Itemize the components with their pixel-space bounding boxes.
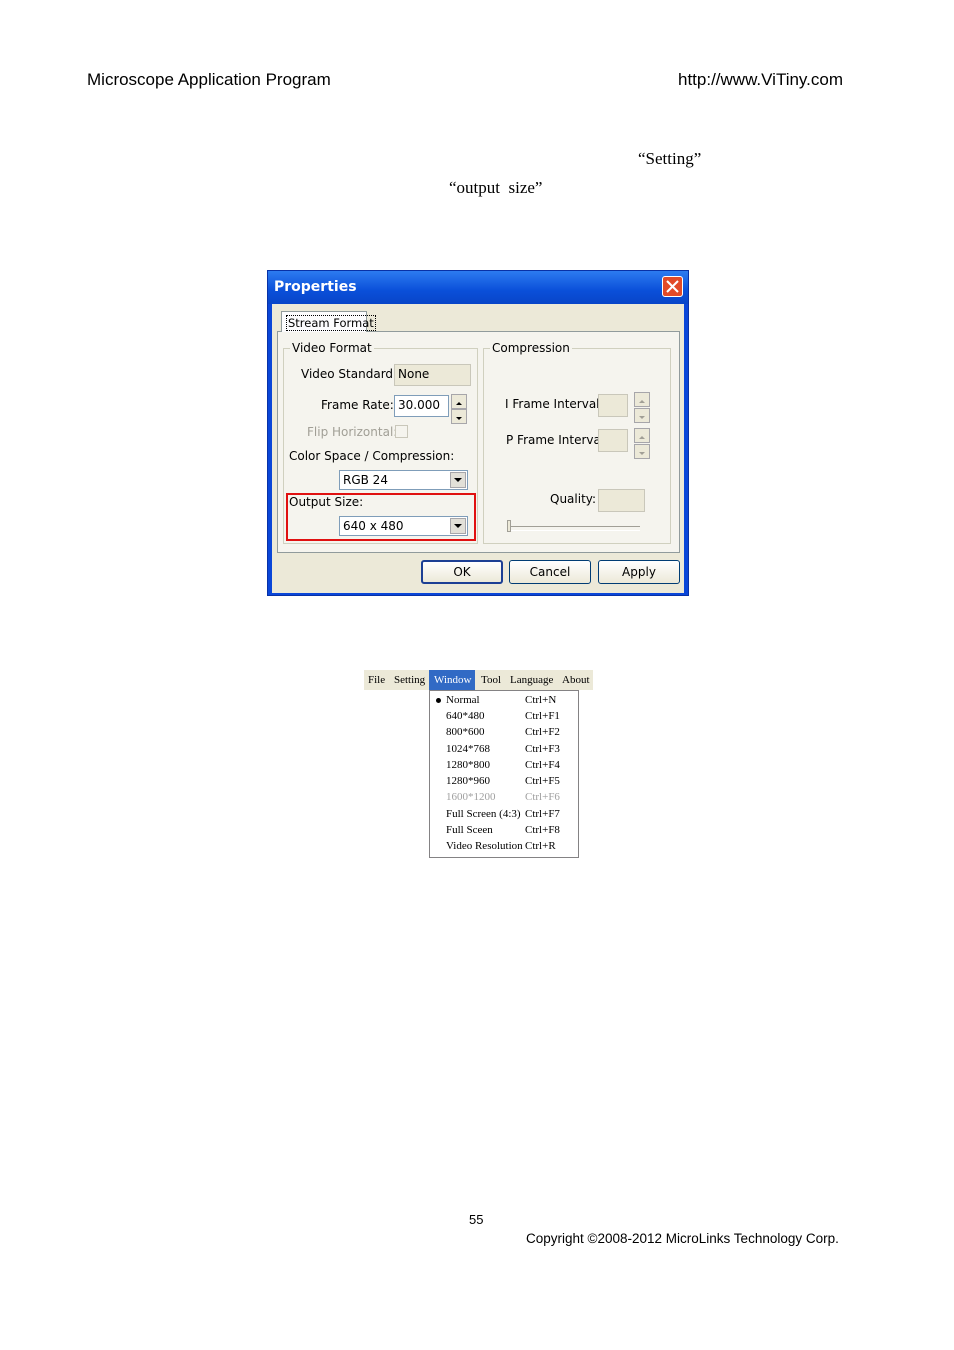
menu-item-full-screen-4-3[interactable]: Full Screen (4:3) <box>446 808 521 820</box>
menu-item-1280x800[interactable]: 1280*800 <box>446 759 490 771</box>
ok-button[interactable]: OK <box>421 560 503 584</box>
body-text-output-size: “output size” <box>449 178 543 197</box>
close-button[interactable] <box>662 276 683 297</box>
tab-panel: Video Format Video Standard: None Frame … <box>277 331 680 553</box>
video-standard-field: None <box>394 364 471 386</box>
output-size-dropdown-button[interactable] <box>450 518 466 534</box>
quality-label: Quality: <box>550 492 597 506</box>
output-size-select[interactable]: 640 x 480 <box>339 516 468 536</box>
menu-language[interactable]: Language <box>510 674 553 686</box>
menu-item-normal[interactable]: Normal <box>446 694 480 706</box>
menu-item-640x480[interactable]: 640*480 <box>446 710 485 722</box>
quality-slider-track <box>508 526 640 531</box>
flip-horizontal-checkbox <box>395 425 408 438</box>
header-url: http://www.ViTiny.com <box>678 70 844 89</box>
shortcut-normal: Ctrl+N <box>525 694 557 706</box>
video-standard-label: Video Standard: <box>301 367 398 381</box>
menu-item-video-resolution[interactable]: Video Resolution <box>446 840 523 852</box>
shortcut-1280x960: Ctrl+F5 <box>525 775 560 787</box>
compression-group-label: Compression <box>490 341 572 355</box>
dialog-titlebar[interactable]: Properties <box>268 271 688 304</box>
checked-bullet-icon <box>436 698 441 703</box>
shortcut-640x480: Ctrl+F1 <box>525 710 560 722</box>
color-space-value: RGB 24 <box>343 473 388 487</box>
menu-item-1600x1200: 1600*1200 <box>446 791 496 803</box>
frame-rate-down-button[interactable] <box>451 409 467 424</box>
chevron-down-icon <box>454 524 462 528</box>
i-frame-up-button <box>634 392 650 407</box>
cancel-button[interactable]: Cancel <box>509 560 591 584</box>
color-space-label: Color Space / Compression: <box>289 449 455 463</box>
copyright: Copyright ©2008-2012 MicroLinks Technolo… <box>526 1231 839 1246</box>
arrow-up-icon <box>639 436 645 439</box>
frame-rate-input[interactable]: 30.000 <box>394 395 449 417</box>
shortcut-full-screen: Ctrl+F8 <box>525 824 560 836</box>
arrow-down-icon <box>639 452 645 455</box>
menu-tool[interactable]: Tool <box>481 674 501 686</box>
dialog-title: Properties <box>274 279 357 295</box>
color-space-dropdown-button[interactable] <box>450 472 466 488</box>
properties-dialog: Properties Video Format Video Standard: … <box>267 270 689 596</box>
video-format-group-label: Video Format <box>290 341 374 355</box>
flip-horizontal-label: Flip Horizontal: <box>307 425 398 439</box>
tab-stream-format-label: Stream Format <box>286 315 376 331</box>
p-frame-down-button <box>634 444 650 459</box>
arrow-up-icon <box>639 400 645 403</box>
window-menu: Normal Ctrl+N 640*480 Ctrl+F1 800*600 Ct… <box>429 690 579 858</box>
shortcut-800x600: Ctrl+F2 <box>525 726 560 738</box>
p-frame-interval-label: P Frame Interval: <box>506 433 609 447</box>
quality-field <box>598 489 645 512</box>
tab-stream-format[interactable]: Stream Format <box>281 311 376 332</box>
color-space-select[interactable]: RGB 24 <box>339 470 468 490</box>
menu-item-full-screen[interactable]: Full Sceen <box>446 824 493 836</box>
apply-button[interactable]: Apply <box>598 560 680 584</box>
output-size-value: 640 x 480 <box>343 519 404 533</box>
page-number: 55 <box>469 1212 484 1227</box>
shortcut-full-screen-4-3: Ctrl+F7 <box>525 808 560 820</box>
body-text-setting: “Setting” <box>638 149 702 168</box>
menu-window[interactable]: Window <box>434 674 471 686</box>
menu-item-800x600[interactable]: 800*600 <box>446 726 485 738</box>
i-frame-interval-field <box>598 394 628 417</box>
menu-bar: File Setting Window Tool Language About <box>364 670 593 690</box>
menu-file[interactable]: File <box>368 674 385 686</box>
p-frame-up-button <box>634 428 650 443</box>
header-title: Microscope Application Program <box>87 70 331 89</box>
p-frame-interval-field <box>598 429 628 452</box>
shortcut-video-resolution: Ctrl+R <box>525 840 556 852</box>
close-icon <box>666 280 679 293</box>
arrow-down-icon <box>456 417 462 420</box>
output-size-label: Output Size: <box>289 495 364 509</box>
menu-item-1024x768[interactable]: 1024*768 <box>446 743 490 755</box>
menu-item-1280x960[interactable]: 1280*960 <box>446 775 490 787</box>
shortcut-1600x1200: Ctrl+F6 <box>525 791 560 803</box>
i-frame-down-button <box>634 408 650 423</box>
dialog-client: Video Format Video Standard: None Frame … <box>272 304 684 593</box>
frame-rate-label: Frame Rate: <box>321 398 394 412</box>
i-frame-interval-label: I Frame Interval: <box>505 397 604 411</box>
frame-rate-up-button[interactable] <box>451 394 467 409</box>
shortcut-1024x768: Ctrl+F3 <box>525 743 560 755</box>
arrow-down-icon <box>639 416 645 419</box>
quality-slider-thumb <box>507 520 511 532</box>
shortcut-1280x800: Ctrl+F4 <box>525 759 560 771</box>
menu-about[interactable]: About <box>562 674 590 686</box>
chevron-down-icon <box>454 478 462 482</box>
menu-setting[interactable]: Setting <box>394 674 425 686</box>
